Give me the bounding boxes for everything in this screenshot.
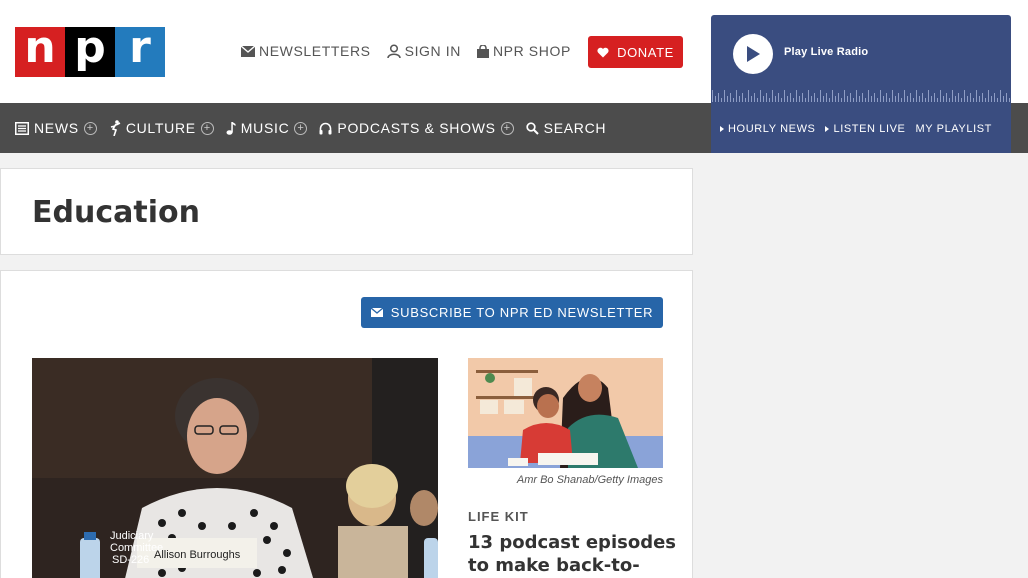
heart-icon [597,47,609,57]
side-story-image[interactable] [468,358,663,468]
logo-letter-n: n [15,26,65,77]
caption-line-3: SD-226 [112,554,149,566]
play-triangle-icon [720,125,724,132]
play-button[interactable] [733,34,773,74]
play-icon [747,46,760,62]
listen-live-link[interactable]: LISTEN LIVE [825,123,905,135]
main-nav: NEWS + CULTURE + MUSIC + PODCASTS & SHOW… [15,120,618,136]
nav-search-label: SEARCH [543,120,607,136]
donate-label: DONATE [617,44,674,60]
stories-card: SUBSCRIBE TO NPR ED NEWSLETTER Judiciary… [0,270,693,578]
subscribe-label: SUBSCRIBE TO NPR ED NEWSLETTER [390,305,654,320]
shopping-bag-icon [476,44,489,58]
play-live-radio-label[interactable]: Play Live Radio [784,46,868,58]
search-icon [526,121,539,135]
page-title: Education [32,195,200,230]
npr-logo[interactable]: n p r [15,26,165,77]
donate-button[interactable]: DONATE [588,36,683,68]
npr-shop-link[interactable]: NPR SHOP [476,43,571,59]
logo-letter-r: r [115,26,165,77]
sign-in-label: SIGN IN [404,43,461,59]
newsletters-link[interactable]: NEWSLETTERS [241,43,371,59]
nav-item-music[interactable]: MUSIC + [226,120,308,136]
my-playlist-link[interactable]: MY PLAYLIST [916,123,993,135]
nameplate-text: Allison Burroughs [154,549,241,561]
subscribe-newsletter-button[interactable]: SUBSCRIBE TO NPR ED NEWSLETTER [361,297,663,328]
main-nav-bar: NEWS + CULTURE + MUSIC + PODCASTS & SHOW… [0,103,711,153]
nav-item-podcasts-shows[interactable]: PODCASTS & SHOWS + [319,120,514,136]
utility-nav: NEWSLETTERS SIGN IN NPR SHOP [241,43,587,59]
hourly-news-label: HOURLY NEWS [728,122,816,135]
envelope-icon [241,45,255,57]
story-headline[interactable]: 13 podcast episodes to make back-to-scho… [468,531,678,578]
listen-live-label: LISTEN LIVE [833,122,906,135]
section-title-card: Education [0,168,693,255]
my-playlist-label: MY PLAYLIST [915,122,992,135]
envelope-icon [370,308,383,317]
audio-waveform [711,88,1011,104]
live-radio-player: Play Live Radio HOURLY NEWS LISTEN LIVE … [711,15,1011,153]
nav-item-news[interactable]: NEWS + [15,120,97,136]
sign-in-link[interactable]: SIGN IN [386,43,461,59]
story-slug[interactable]: LIFE KIT [468,509,529,524]
nav-news-label: NEWS [34,120,79,136]
caption-line-1: Judiciary [110,530,154,542]
expand-plus-icon[interactable]: + [294,121,308,135]
nav-music-label: MUSIC [240,120,290,136]
nav-bar-edge [1011,103,1028,153]
hourly-news-link[interactable]: HOURLY NEWS [720,123,815,135]
image-credit: Amr Bo Shanab/Getty Images [516,474,663,486]
play-triangle-icon [825,125,830,132]
newsletters-label: NEWSLETTERS [259,43,371,59]
lead-story-image[interactable]: Judiciary Committee SD-226 Allison Burro… [32,358,438,578]
music-note-icon [226,122,236,135]
nav-culture-label: CULTURE [125,120,196,136]
logo-letter-p: p [65,26,115,77]
expand-plus-icon[interactable]: + [200,121,214,135]
parent-child-illustration [468,358,663,468]
nav-item-culture[interactable]: CULTURE + [109,120,214,136]
dancer-icon [110,120,121,136]
player-links: HOURLY NEWS LISTEN LIVE MY PLAYLIST [711,104,1011,153]
nav-item-search[interactable]: SEARCH [526,120,607,136]
expand-plus-icon[interactable]: + [500,121,514,135]
newspaper-icon [15,121,29,135]
hearing-photo: Judiciary Committee SD-226 Allison Burro… [32,358,438,578]
nav-podcasts-label: PODCASTS & SHOWS [337,120,496,136]
headphones-icon [319,122,332,134]
expand-plus-icon[interactable]: + [83,121,97,135]
user-icon [386,44,401,58]
npr-shop-label: NPR SHOP [492,43,571,59]
